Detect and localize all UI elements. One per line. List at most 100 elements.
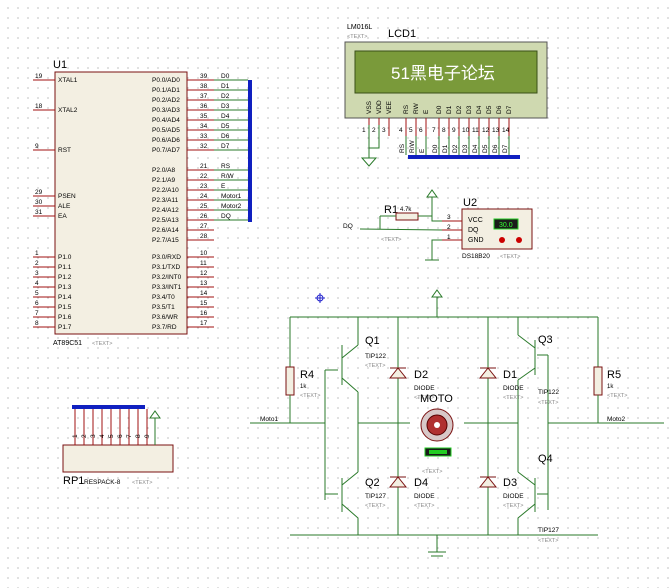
mcu-right-pin-name: P2.4/A12	[152, 207, 179, 214]
rp1-power-symbol	[149, 410, 161, 419]
r1-body	[395, 212, 419, 221]
d1-diode[interactable]: D1 DIODE <TEXT>	[478, 367, 524, 401]
mcu-net-label: D2	[221, 93, 230, 100]
mcu-left-pin-name: P1.5	[58, 304, 72, 311]
r5-component[interactable]: R5 1k <TEXT>	[593, 317, 627, 423]
mcu-right-pin-number: 11	[200, 260, 207, 267]
schematic-canvas[interactable]: LM016L LCD1 <TEXT> 51黑电子论坛 VSS 1 VDD 2 VEE 3 R…	[0, 0, 671, 588]
motor-component[interactable]: MOTO <TEXT>	[410, 393, 464, 475]
mcu-left-pin-number: 29	[35, 189, 43, 196]
sensor-up-button[interactable]	[516, 237, 522, 243]
d4-diode[interactable]: D4 DIODE <TEXT>	[388, 476, 435, 509]
mcu-net-label: D4	[221, 113, 230, 120]
mcu-left-pin-name: XTAL2	[58, 107, 78, 114]
lcd-net-label: D0	[432, 144, 439, 153]
mcu-left-pin-number: 9	[35, 143, 39, 150]
mcu-net-label: D1	[221, 83, 230, 90]
lcd-part-label: LM016L	[347, 24, 372, 31]
q1-emitter	[341, 377, 359, 393]
lcd-pin-name: E	[423, 109, 430, 114]
q4-part-label: TIP127	[538, 527, 559, 534]
mcu-right-pin-number: 25	[200, 203, 208, 210]
d2-part-label: DIODE	[414, 385, 435, 392]
mcu-right-pin-name: P3.3/INT1	[152, 284, 182, 291]
mcu-net-label: D0	[221, 73, 230, 80]
rp1-pins: 123456789	[72, 409, 151, 445]
q4-emitter	[517, 471, 536, 486]
r5-body	[593, 366, 603, 396]
sensor-down-button[interactable]	[499, 237, 505, 243]
mcu-right-pin-number: 33	[200, 133, 208, 140]
bridge-power-symbol	[431, 289, 443, 298]
lcd-net-label: D6	[492, 144, 499, 153]
left-node-wire-top	[357, 392, 410, 424]
schematic-svg: LM016L LCD1 <TEXT> 51黑电子论坛 VSS1VDD2VEE3R…	[33, 24, 664, 557]
mcu-right-pin-number: 15	[200, 300, 208, 307]
lcd-net-label: E	[419, 148, 426, 153]
lcd-component[interactable]: LM016L LCD1 <TEXT> 51黑电子论坛 VSS 1 VDD 2 VEE 3 R…	[344, 24, 548, 155]
lcd-pin-name: VSS	[366, 100, 373, 114]
lcd-pin-number: 5	[409, 127, 413, 134]
sensor-component[interactable]: U2 VCC DQ GND 30.0 DS18B20 <TEXT> 3 2 1	[447, 197, 533, 260]
lcd-pin-name: D7	[506, 105, 513, 114]
r4-body	[285, 366, 295, 396]
r4-component[interactable]: R4 1k <TEXT>	[285, 317, 320, 423]
mcu-left-pin-name: ALE	[58, 203, 71, 210]
lcd-net-label: D3	[462, 144, 469, 153]
rp1-pin-number: 8	[135, 434, 142, 438]
mcu-right-pin-number: 14	[200, 290, 208, 297]
d3-symbol	[478, 476, 498, 488]
sensor-text-placeholder: <TEXT>	[500, 254, 520, 260]
q2-part-label: TIP127	[365, 493, 386, 500]
mcu-left-pin-number: 7	[35, 310, 39, 317]
sensor-readout: 30.0	[499, 222, 513, 229]
mcu-right-pin-name: P2.3/A11	[152, 197, 179, 204]
mcu-net-label: Motor1	[221, 193, 242, 200]
lcd-pin-number: 7	[432, 127, 436, 134]
mcu-left-pin-number: 4	[35, 280, 39, 287]
mcu-net-label: DQ	[221, 213, 231, 220]
q3-transistor[interactable]: Q3 TIP122 <TEXT>	[517, 317, 559, 406]
lcd-net-label: D2	[452, 144, 459, 153]
r5-ref-label: R5	[607, 369, 621, 381]
mcu-left-pin-number: 6	[35, 300, 39, 307]
mcu-right-pin-name: P0.5/AD5	[152, 127, 180, 134]
d4-symbol	[388, 476, 408, 488]
d4-ref-label: D4	[414, 477, 428, 489]
mcu-right-pin-name: P3.7/RD	[152, 324, 177, 331]
mcu-right-pin-name: P2.0/A8	[152, 167, 176, 174]
mcu-right-pin-number: 23	[200, 183, 208, 190]
r1-component[interactable]: R1 4.7k <TEXT>	[381, 204, 419, 243]
d3-part-label: DIODE	[503, 493, 524, 500]
lcd-ref-label: LCD1	[388, 28, 416, 40]
mcu-right-pin-number: 10	[200, 250, 208, 257]
d3-diode[interactable]: D3 DIODE <TEXT>	[478, 476, 524, 509]
mcu-component[interactable]: U1 AT89C51 <TEXT> 19XTAL118XTAL29RST29PS…	[33, 59, 248, 347]
rp1-component[interactable]: RP1 RESPACK-8 <TEXT> 123456789	[62, 409, 174, 487]
lcd-net-label: D4	[472, 144, 479, 153]
lcd-net-label: D7	[502, 144, 509, 153]
mcu-right-pin-number: 12	[200, 270, 208, 277]
q3-emitter	[517, 367, 536, 381]
q2-ref-label: Q2	[365, 477, 380, 489]
motor-shaft	[434, 422, 440, 428]
r4-ref-label: R4	[300, 369, 314, 381]
q1-text-placeholder: <TEXT>	[365, 363, 385, 369]
moto1-net-label: Moto1	[260, 416, 278, 423]
motor-text-placeholder: <TEXT>	[422, 469, 442, 475]
q1-transistor[interactable]: Q1 TIP122 <TEXT>	[341, 317, 386, 393]
mcu-left-pin-number: 2	[35, 260, 39, 267]
mcu-right-pin-number: 36	[200, 103, 208, 110]
mcu-left-pin-number: 3	[35, 270, 39, 277]
mcu-left-pin-number: 31	[35, 209, 43, 216]
rp1-part-label: RESPACK-8	[84, 479, 121, 486]
sensor-gnd-label: GND	[468, 237, 484, 244]
sensor-gnd-wire	[431, 239, 442, 260]
lcd-pin-name: D2	[456, 105, 463, 114]
q2-transistor[interactable]: Q2 TIP127 <TEXT>	[341, 471, 386, 535]
d1-text-placeholder: <TEXT>	[503, 395, 523, 401]
q2-emitter	[341, 471, 359, 486]
lcd-pin-number: 3	[382, 127, 386, 134]
mcu-left-pin-name: XTAL1	[58, 77, 78, 84]
q4-transistor[interactable]: Q4 TIP127 <TEXT>	[517, 453, 559, 544]
